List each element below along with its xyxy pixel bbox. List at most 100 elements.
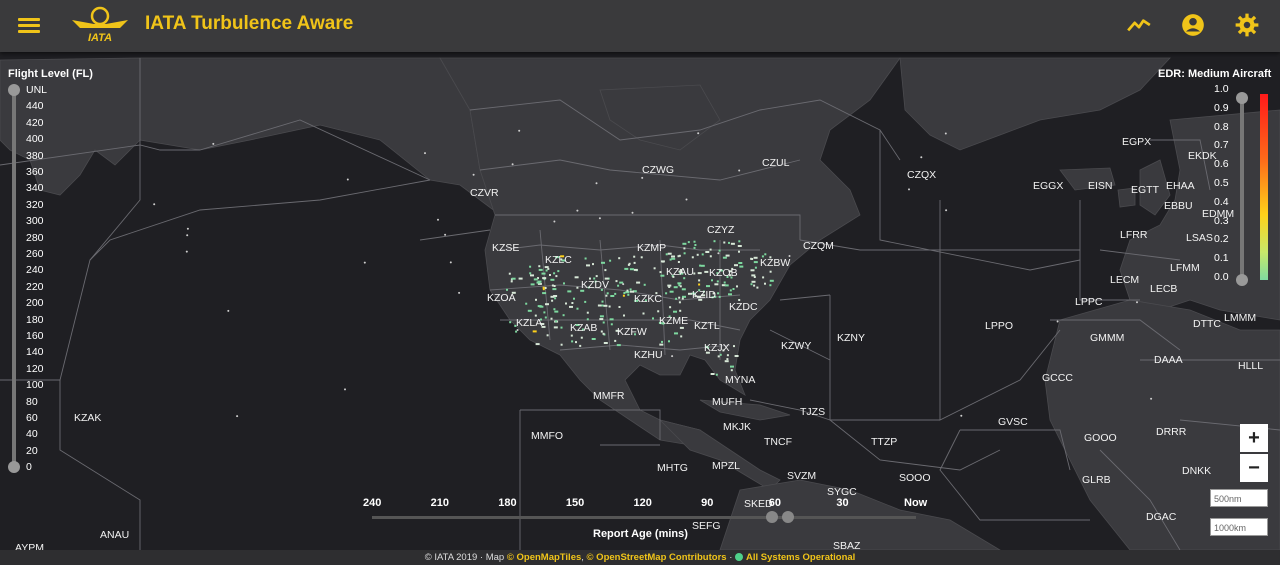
turbulence-report-dot (603, 342, 608, 344)
report-age-handle-right[interactable] (782, 511, 794, 523)
turbulence-report-dot (623, 292, 626, 294)
turbulence-report-dot (444, 233, 447, 236)
turbulence-report-dot (551, 299, 554, 302)
turbulence-report-dot (458, 291, 461, 294)
fir-label-kzab: KZAB (570, 322, 598, 334)
turbulence-report-dot (569, 305, 573, 308)
report-age-handle-left[interactable] (766, 511, 778, 523)
turbulence-report-dot (693, 240, 696, 243)
turbulence-report-dot (527, 309, 532, 312)
fir-label-tncf: TNCF (764, 436, 792, 448)
turbulence-report-dot (734, 264, 738, 267)
fir-label-daaa: DAAA (1154, 354, 1183, 366)
turbulence-report-dot (709, 255, 712, 258)
fir-label-mhtg: MHTG (657, 462, 688, 474)
turbulence-report-dot (677, 282, 682, 285)
fir-label-lfmm: LFMM (1170, 262, 1200, 274)
flight-level-label: 40 (26, 428, 38, 441)
turbulence-report-dot (753, 256, 758, 259)
turbulence-report-dot (657, 310, 660, 313)
flight-level-label: 380 (26, 149, 44, 162)
fir-label-czqm: CZQM (803, 240, 834, 252)
turbulence-report-dot (510, 280, 513, 283)
turbulence-report-dot (680, 335, 683, 338)
turbulence-report-dot (732, 288, 735, 290)
fir-label-czwg: CZWG (642, 164, 675, 176)
turbulence-report-dot (591, 338, 596, 340)
fir-label-hlll: HLLL (1238, 360, 1264, 372)
settings-gear-icon[interactable] (1234, 12, 1260, 38)
fir-label-tjzs: TJZS (800, 406, 826, 418)
fir-label-lppc: LPPC (1075, 296, 1103, 308)
openmaptiles-link[interactable]: © OpenMapTiles (507, 552, 581, 563)
turbulence-report-dot (584, 257, 587, 260)
flight-level-top-handle[interactable] (8, 84, 20, 96)
map-canvas[interactable]: CZVR CZWG CZUL CZQX EGGX EISN EGTT EHAA EBBU EDMM… (0, 52, 1280, 550)
turbulence-report-dot (565, 302, 567, 305)
turbulence-report-dot (535, 343, 540, 346)
menu-icon[interactable] (18, 15, 40, 35)
turbulence-report-dot (623, 314, 625, 317)
edr-top-handle[interactable] (1236, 92, 1248, 104)
report-age-tick: 120 (633, 497, 652, 509)
flight-level-label: UNL (26, 84, 48, 96)
turbulence-report-dot (750, 283, 753, 286)
flight-level-bottom-handle[interactable] (8, 461, 20, 473)
turbulence-report-dot (614, 339, 617, 342)
fir-label-kzkc: KZKC (634, 293, 663, 305)
openstreetmap-link[interactable]: © OpenStreetMap Contributors (587, 552, 727, 563)
turbulence-report-dot (509, 321, 512, 324)
account-circle-icon[interactable] (1180, 12, 1206, 38)
edr-scale-label: 0.0 (1214, 271, 1229, 283)
fir-label-ttzp: TTZP (871, 436, 898, 448)
turbulence-report-dot (944, 132, 947, 135)
turbulence-report-dot (553, 272, 556, 275)
turbulence-report-dot (642, 312, 645, 315)
fir-label-mmfr: MMFR (593, 390, 625, 402)
fir-label-dnkk: DNKK (1182, 465, 1212, 477)
turbulence-report-dot (599, 315, 604, 318)
turbulence-report-dot (437, 218, 439, 221)
zoom-out-button[interactable]: − (1240, 454, 1268, 482)
system-status[interactable]: All Systems Operational (746, 552, 855, 563)
fir-label-ekdk: EKDK (1188, 150, 1217, 162)
turbulence-report-dot (602, 321, 605, 324)
flight-level-label: 440 (26, 100, 44, 113)
turbulence-report-dot (908, 188, 910, 191)
turbulence-report-dot (602, 332, 605, 335)
turbulence-report-dot (714, 283, 719, 286)
turbulence-report-dot (542, 292, 547, 295)
turbulence-report-dot (518, 129, 521, 132)
report-age-track (372, 516, 916, 519)
turbulence-report-dot (615, 280, 618, 283)
turbulence-report-dot (212, 142, 215, 145)
turbulence-report-dot (674, 332, 678, 335)
report-age-tick: 240 (363, 497, 382, 509)
turbulence-report-dot (665, 292, 668, 295)
turbulence-report-dot (717, 292, 720, 295)
turbulence-report-dot (682, 295, 686, 298)
turbulence-report-dot (614, 292, 617, 295)
turbulence-report-dot (725, 254, 730, 257)
turbulence-report-dot (669, 306, 672, 309)
fir-label-mmfo: MMFO (531, 430, 564, 442)
flight-level-label: 260 (26, 248, 44, 260)
turbulence-report-dot (769, 284, 772, 287)
turbulence-report-dot (697, 272, 702, 275)
turbulence-report-dot (449, 261, 452, 264)
fir-label-kzny: KZNY (837, 332, 866, 344)
fir-label-svzm: SVZM (787, 470, 817, 482)
turbulence-report-dot (586, 264, 590, 267)
turbulence-report-dot (661, 340, 663, 343)
footer-copyright: © IATA 2019 (424, 552, 478, 563)
turbulence-report-dot (516, 329, 519, 331)
turbulence-report-dot (640, 256, 643, 259)
flight-level-title: Flight Level (FL) (8, 68, 93, 80)
turbulence-report-dot (719, 353, 722, 356)
zoom-in-button[interactable]: + (1240, 424, 1268, 452)
chart-line-icon[interactable] (1126, 12, 1152, 38)
turbulence-report-dot (1056, 320, 1059, 323)
turbulence-report-dot (518, 277, 523, 280)
fir-label-kzfw: KZFW (617, 326, 647, 338)
edr-bottom-handle[interactable] (1236, 274, 1248, 286)
